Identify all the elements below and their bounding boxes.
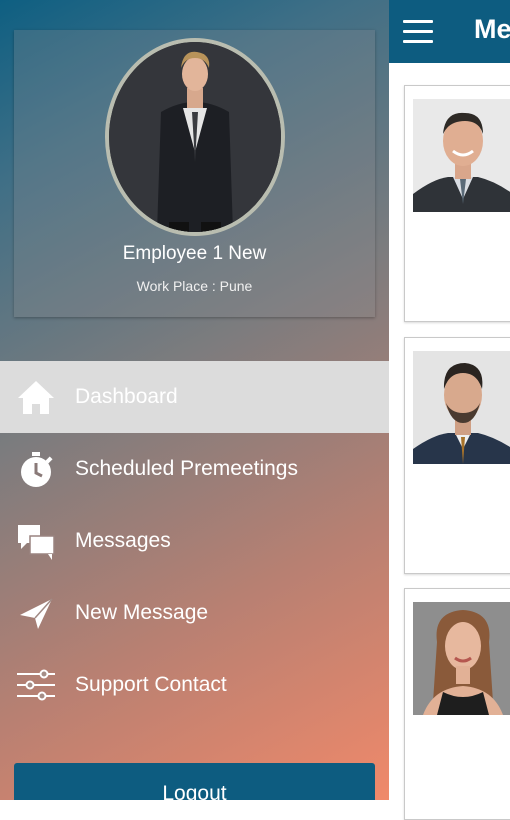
hamburger-icon[interactable]: [403, 20, 433, 44]
logout-button[interactable]: Logout: [14, 763, 375, 800]
profile-card: Employee 1 New Work Place : Pune: [14, 30, 375, 317]
woman-photo: [413, 602, 510, 715]
menu-item-dashboard[interactable]: Dashboard: [0, 361, 389, 433]
member-card[interactable]: [404, 588, 510, 820]
send-icon: [16, 593, 56, 633]
stopwatch-icon: [16, 449, 56, 489]
member-card[interactable]: [404, 337, 510, 574]
menu-label-dashboard: Dashboard: [75, 385, 178, 408]
menu-label-support-contact: Support Contact: [75, 673, 227, 696]
home-icon: [16, 377, 56, 417]
menu-item-messages[interactable]: Messages: [0, 505, 389, 577]
avatar[interactable]: [105, 38, 285, 236]
menu-label-messages: Messages: [75, 529, 171, 552]
bearded-man-photo: [413, 351, 510, 464]
navigation-drawer: Employee 1 New Work Place : Pune Dashboa…: [0, 0, 389, 800]
man-in-suit-photo: [413, 99, 510, 212]
menu-item-support-contact[interactable]: Support Contact: [0, 649, 389, 721]
menu-label-scheduled-premeetings: Scheduled Premeetings: [75, 457, 298, 480]
menu-item-scheduled-premeetings[interactable]: Scheduled Premeetings: [0, 433, 389, 505]
app-bar-title: Me: [474, 14, 510, 44]
sliders-icon: [16, 665, 56, 705]
employee-name: Employee 1 New: [122, 243, 267, 264]
drawer-menu: Dashboard Scheduled Premeetings Messages…: [0, 361, 389, 721]
member-card[interactable]: [404, 85, 510, 322]
chat-bubbles-icon: [16, 521, 56, 561]
work-place-text: Work Place : Pune: [136, 278, 253, 294]
menu-label-new-message: New Message: [75, 601, 209, 624]
menu-item-new-message[interactable]: New Message: [0, 577, 389, 649]
